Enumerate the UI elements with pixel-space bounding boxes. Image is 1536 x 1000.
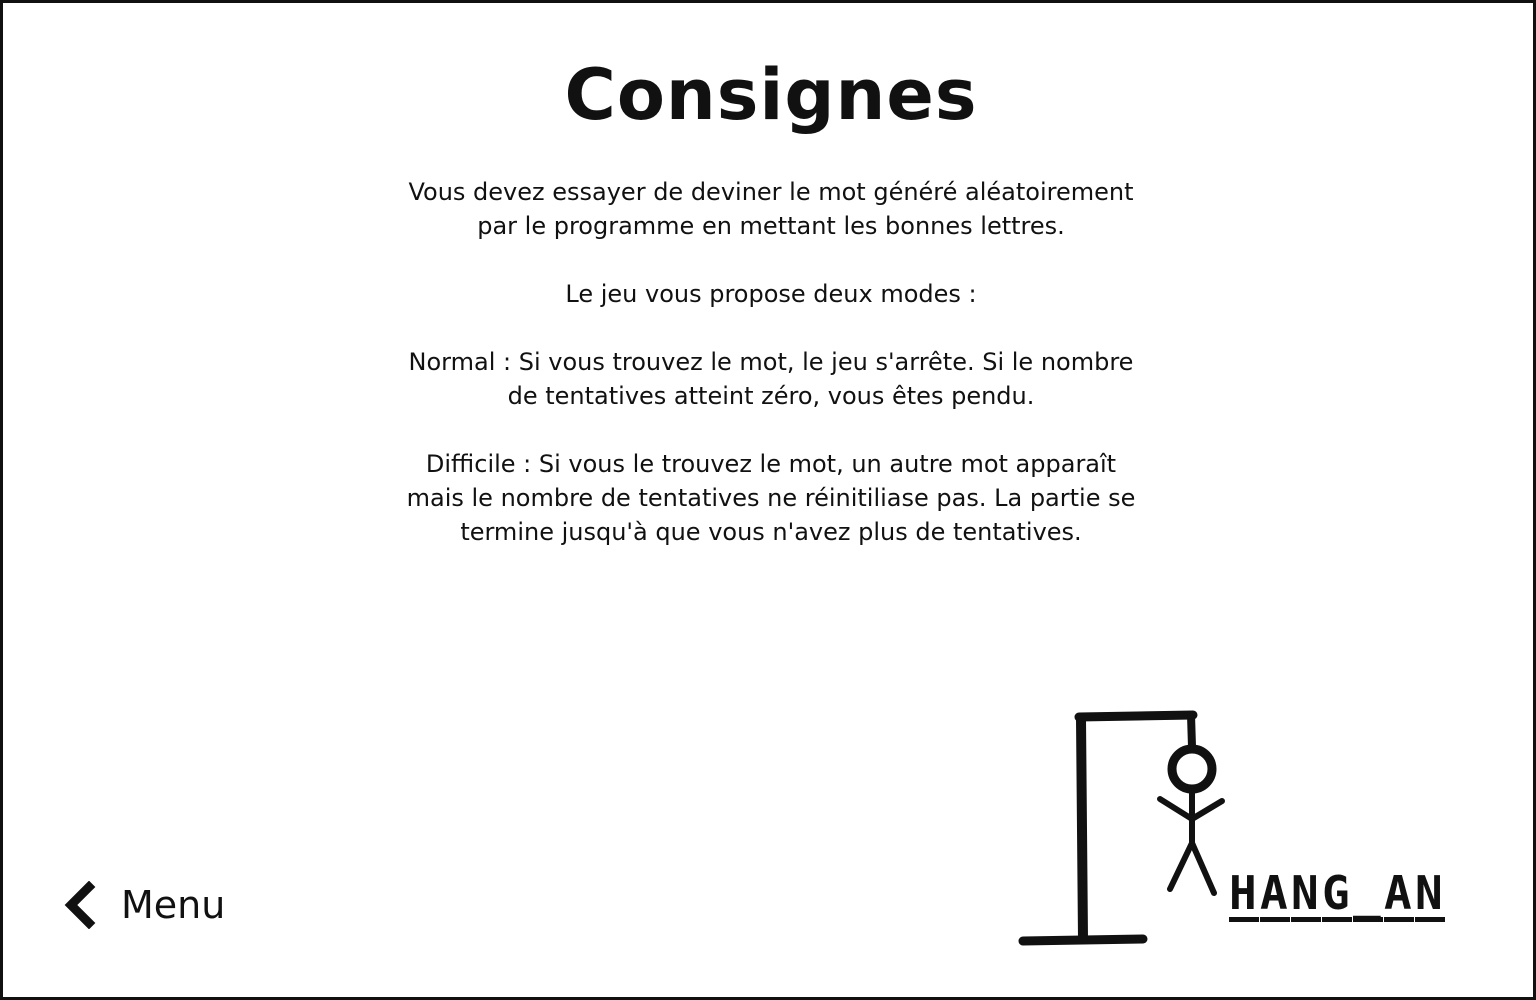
instructions-text: Vous devez essayer de deviner le mot gén… bbox=[401, 175, 1141, 583]
wordmark-letter: N bbox=[1291, 866, 1324, 922]
menu-back-button[interactable]: Menu bbox=[61, 877, 225, 933]
wordmark-letter: N bbox=[1415, 866, 1448, 922]
chevron-left-icon bbox=[61, 881, 97, 929]
paragraph-modes-intro: Le jeu vous propose deux modes : bbox=[565, 280, 977, 308]
instructions-screen: Consignes Vous devez essayer de deviner … bbox=[0, 0, 1536, 1000]
wordmark-letter: G bbox=[1322, 866, 1355, 922]
menu-back-label: Menu bbox=[121, 883, 226, 927]
paragraph-mode-normal: Normal : Si vous trouvez le mot, le jeu … bbox=[408, 348, 1134, 410]
wordmark-letter: A bbox=[1260, 866, 1293, 922]
page-title: Consignes bbox=[564, 54, 978, 136]
paragraph-goal: Vous devez essayer de deviner le mot gén… bbox=[408, 178, 1134, 240]
hangman-logo: HANG_AN bbox=[1015, 703, 1505, 957]
paragraph-mode-difficile: Difficile : Si vous le trouvez le mot, u… bbox=[406, 450, 1136, 546]
wordmark-letter: A bbox=[1384, 866, 1417, 922]
wordmark-letter: H bbox=[1229, 866, 1262, 922]
wordmark-letter: _ bbox=[1353, 866, 1386, 922]
hangman-wordmark: HANG_AN bbox=[1229, 863, 1446, 923]
